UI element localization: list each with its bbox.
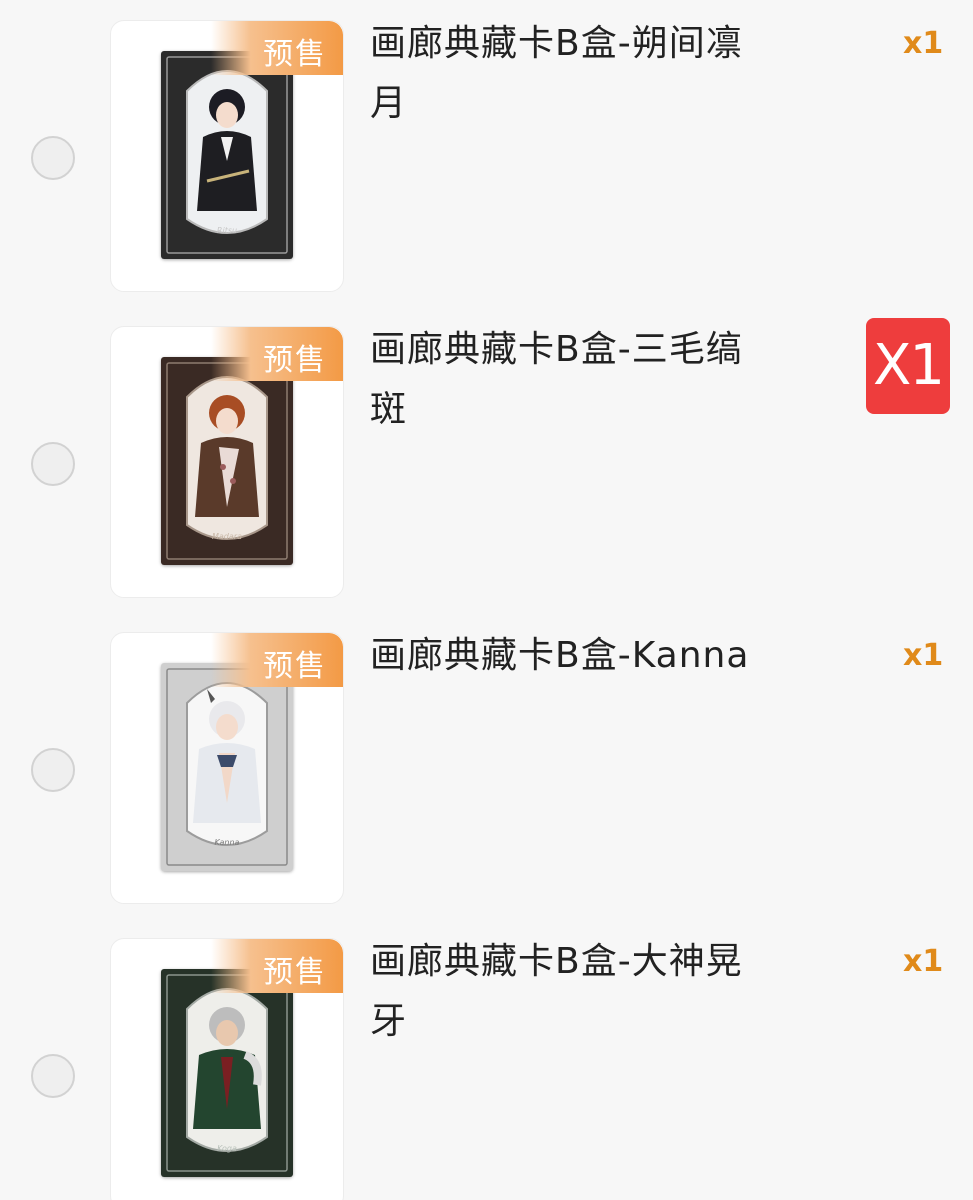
product-title[interactable]: 画廊典藏卡B盒-大神晃 牙 <box>370 932 790 1052</box>
product-card-image: Kanna <box>161 663 293 871</box>
cart-item-list: Ritsu 预售 画廊典藏卡B盒-朔间凛 月 x1 Madara 预售 画廊典藏… <box>0 0 973 1200</box>
presale-badge: 预售 <box>211 939 343 993</box>
product-card-image: Koga <box>161 969 293 1177</box>
presale-badge-label: 预售 <box>263 649 327 684</box>
product-thumbnail[interactable]: Ritsu 预售 <box>110 20 344 292</box>
presale-badge-label: 预售 <box>263 37 327 72</box>
svg-text:Madara: Madara <box>212 532 242 541</box>
quantity-label: x1 <box>903 944 944 979</box>
cart-item: Koga 预售 画廊典藏卡B盒-大神晃 牙 x1 <box>0 918 973 1200</box>
presale-badge: 预售 <box>211 633 343 687</box>
product-thumbnail[interactable]: Madara 预售 <box>110 326 344 598</box>
select-radio-button[interactable] <box>31 442 75 486</box>
product-card-image: Ritsu <box>161 51 293 259</box>
product-title-line: 斑 <box>370 389 408 430</box>
product-title[interactable]: 画廊典藏卡B盒-三毛缟 斑 <box>370 320 790 440</box>
select-radio-button[interactable] <box>31 748 75 792</box>
svg-text:Kanna: Kanna <box>215 838 240 847</box>
select-radio-button[interactable] <box>31 136 75 180</box>
product-thumbnail[interactable]: Kanna 预售 <box>110 632 344 904</box>
presale-badge: 预售 <box>211 327 343 381</box>
product-title-line: 画廊典藏卡B盒-朔间凛 <box>370 23 743 64</box>
cart-item: Madara 预售 画廊典藏卡B盒-三毛缟 斑 X1 <box>0 306 973 612</box>
product-title-line: 牙 <box>370 1001 408 1042</box>
product-thumbnail[interactable]: Koga 预售 <box>110 938 344 1200</box>
product-title[interactable]: 画廊典藏卡B盒-朔间凛 月 <box>370 14 790 134</box>
svg-text:Ritsu: Ritsu <box>217 226 237 235</box>
quantity-label: x1 <box>903 638 944 673</box>
product-title-line: 月 <box>370 83 408 124</box>
quantity-badge: X1 <box>866 318 950 414</box>
presale-badge-label: 预售 <box>263 343 327 378</box>
presale-badge: 预售 <box>211 21 343 75</box>
product-title-line: 画廊典藏卡B盒-大神晃 <box>370 941 743 982</box>
cart-item: Kanna 预售 画廊典藏卡B盒-Kanna x1 <box>0 612 973 918</box>
quantity-label: x1 <box>903 26 944 61</box>
product-card-image: Madara <box>161 357 293 565</box>
presale-badge-label: 预售 <box>263 955 327 990</box>
product-title-line: 画廊典藏卡B盒-Kanna <box>370 635 750 676</box>
product-title-line: 画廊典藏卡B盒-三毛缟 <box>370 329 743 370</box>
cart-item: Ritsu 预售 画廊典藏卡B盒-朔间凛 月 x1 <box>0 0 973 306</box>
product-title[interactable]: 画廊典藏卡B盒-Kanna <box>370 626 790 686</box>
select-radio-button[interactable] <box>31 1054 75 1098</box>
svg-text:Koga: Koga <box>217 1144 237 1153</box>
